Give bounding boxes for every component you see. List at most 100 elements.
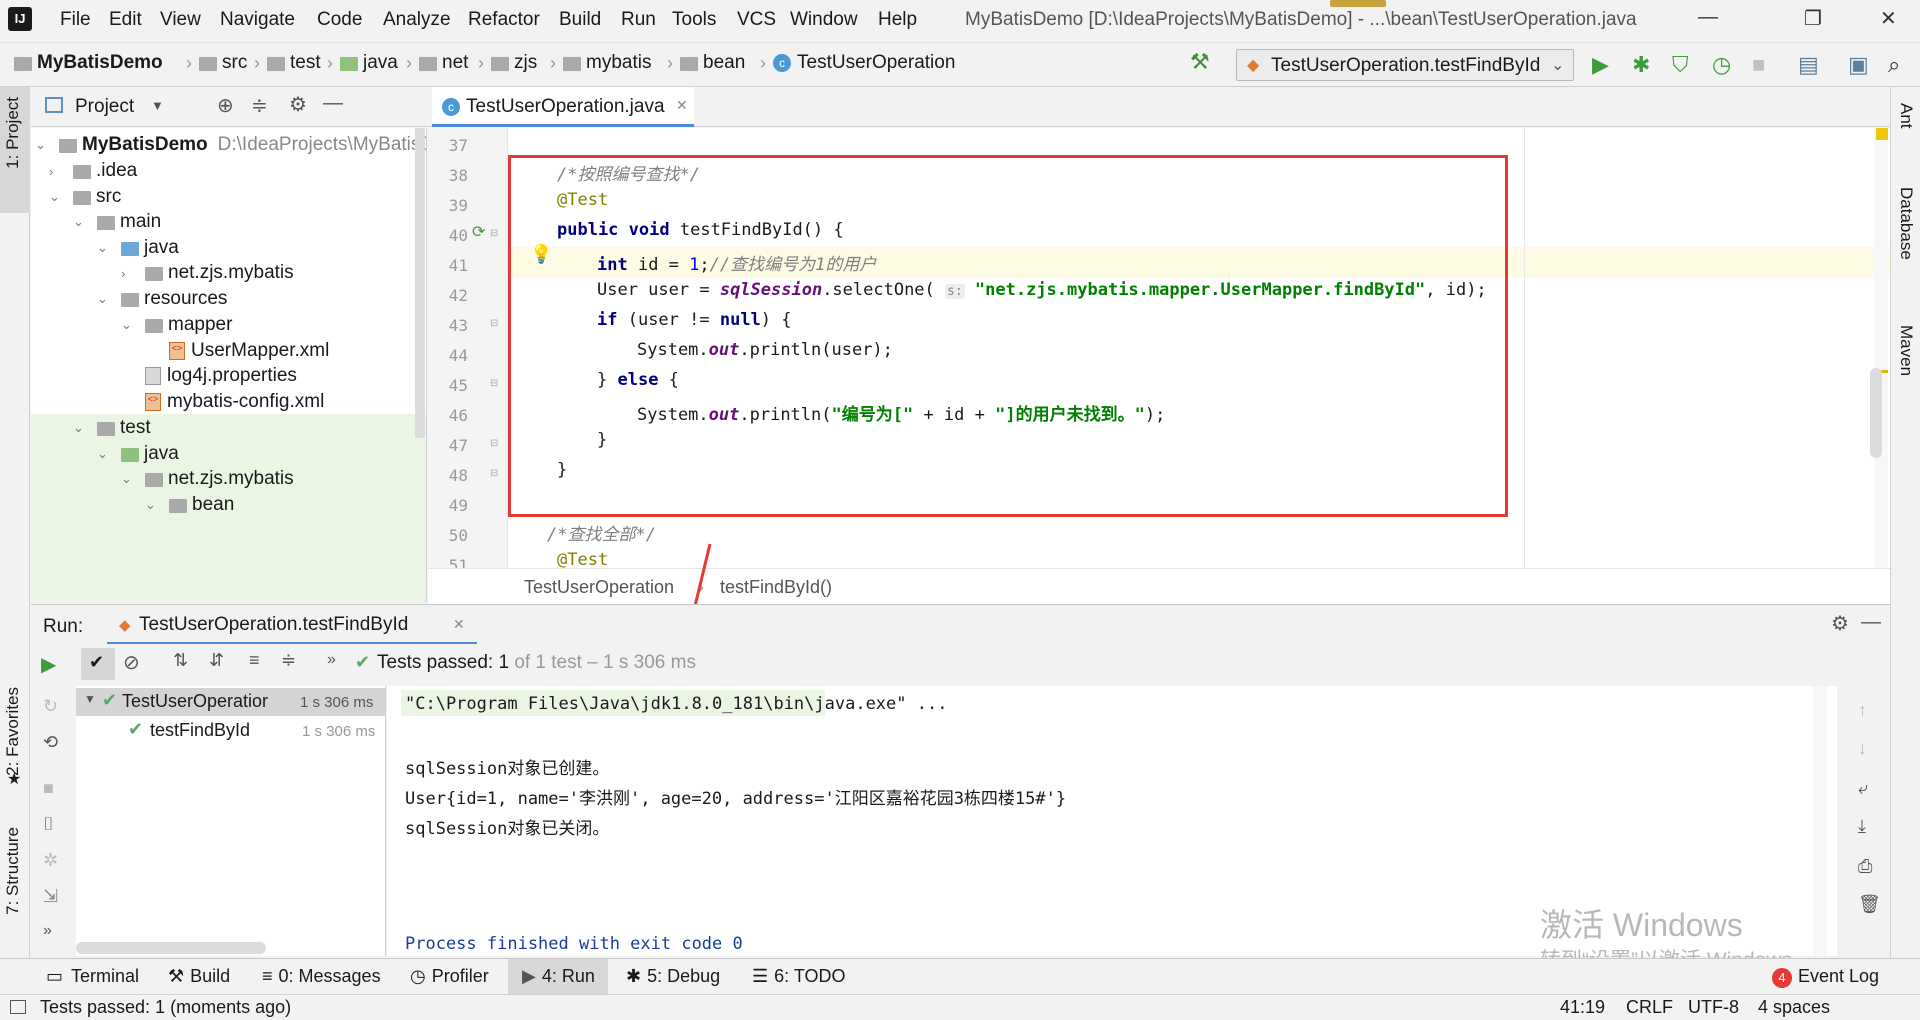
menu-vcs[interactable]: VCS [737, 9, 776, 31]
editor-breadcrumb-method[interactable]: testFindById() [720, 577, 832, 598]
soft-wrap-icon[interactable]: ⤶ [1858, 778, 1868, 799]
file-encoding[interactable]: UTF-8 [1688, 997, 1739, 1018]
fold-icon[interactable]: ⊟ [490, 438, 498, 449]
tool-tab-database[interactable]: Database [1896, 187, 1916, 260]
editor-scrollbar-thumb[interactable] [1870, 368, 1882, 458]
tab-profiler[interactable]: ◷ Profiler [410, 966, 489, 987]
more-icon[interactable]: » [327, 651, 336, 669]
chevron-down-icon[interactable]: ▼ [151, 98, 164, 113]
tree-node-main-java[interactable]: ⌄ java [97, 237, 179, 259]
tree-scrollbar[interactable] [76, 942, 266, 954]
tree-node-bean[interactable]: ⌄ bean [145, 494, 234, 516]
tree-node-idea[interactable]: › .idea [49, 160, 137, 182]
tree-node-main-package[interactable]: › net.zjs.mybatis [121, 262, 294, 284]
debug-icon[interactable]: ✱ [1632, 52, 1650, 78]
menu-view[interactable]: View [160, 9, 201, 31]
terminal-layout-icon[interactable]: ▣ [1848, 52, 1869, 78]
tool-tab-ant[interactable]: Ant [1896, 103, 1916, 129]
settings-icon[interactable]: ✲ [43, 850, 58, 871]
breadcrumb-bean[interactable]: bean [680, 52, 745, 74]
close-icon[interactable]: ✕ [1880, 6, 1897, 31]
tab-build[interactable]: ⚒ Build [168, 966, 230, 987]
up-arrow-icon[interactable]: ↑ [1858, 700, 1867, 721]
stop-icon[interactable]: ■ [1752, 52, 1765, 78]
project-panel-title[interactable]: Project [75, 96, 134, 118]
restore-icon[interactable]: ❐ [1804, 6, 1822, 31]
tree-node-project-root[interactable]: ⌄MyBatisDemoD:\IdeaProjects\MyBatisDem [35, 134, 426, 156]
gear-icon[interactable]: ⚙ [289, 92, 307, 117]
breadcrumb-src[interactable]: src [199, 52, 247, 74]
run-configuration-select[interactable]: ◆ TestUserOperation.testFindById ⌄ [1236, 49, 1574, 81]
toggle-auto-test-icon[interactable]: ⟲ [43, 732, 58, 753]
tree-node-test-package[interactable]: ⌄ net.zjs.mybatis [121, 468, 294, 490]
close-tab-icon[interactable]: ✕ [453, 616, 465, 633]
editor-tab-active[interactable]: c TestUserOperation.java ✕ [432, 87, 694, 127]
breadcrumb-net[interactable]: net [419, 52, 468, 74]
tab-todo[interactable]: ☰ 6: TODO [752, 966, 846, 987]
menu-navigate[interactable]: Navigate [220, 9, 295, 31]
coverage-icon[interactable]: ⛉ [1672, 52, 1689, 78]
breadcrumb-project[interactable]: MyBatisDemo [14, 52, 163, 74]
editor-scroll-track[interactable] [1874, 128, 1888, 568]
tool-tab-favorites[interactable]: 2: Favorites [3, 687, 23, 776]
fold-icon[interactable]: ⊟ [490, 378, 498, 389]
chevron-down-icon[interactable]: ▼ [84, 692, 96, 706]
locate-icon[interactable]: ⊕ [217, 93, 234, 118]
line-separator[interactable]: CRLF [1626, 997, 1673, 1018]
close-tab-icon[interactable]: ✕ [676, 97, 688, 114]
tab-debug[interactable]: ✱ 5: Debug [626, 966, 720, 987]
stop-icon[interactable]: ■ [43, 778, 54, 799]
tree-scrollbar[interactable] [415, 128, 425, 438]
tree-node-test[interactable]: ⌄ test [73, 417, 151, 439]
show-passed-toggle[interactable]: ✔ [81, 648, 115, 680]
hide-panel-icon[interactable]: — [323, 92, 343, 115]
show-ignored-icon[interactable]: ⊘ [123, 650, 140, 675]
collapse-all-icon[interactable]: ≑ [251, 93, 268, 118]
toggle-tool-windows-icon[interactable] [10, 1000, 26, 1014]
test-case-name[interactable]: testFindById [150, 720, 250, 741]
menu-edit[interactable]: Edit [109, 9, 142, 31]
hide-panel-icon[interactable]: — [1861, 611, 1881, 634]
menu-tools[interactable]: Tools [672, 9, 716, 31]
menu-run[interactable]: Run [621, 9, 656, 31]
menu-file[interactable]: File [60, 9, 91, 31]
camera-icon[interactable]: ⌷ [43, 814, 54, 835]
breadcrumb-test[interactable]: test [267, 52, 321, 74]
breadcrumb-java[interactable]: java [340, 52, 398, 74]
tree-node-test-java[interactable]: ⌄ java [97, 443, 179, 465]
sort-duration-icon[interactable]: ⇵ [209, 650, 224, 671]
tree-node-resources[interactable]: ⌄ resources [97, 288, 227, 310]
tree-node-usermapper-xml[interactable]: <> UserMapper.xml [169, 340, 329, 362]
expand-all-icon[interactable]: ≡ [249, 650, 260, 671]
tab-messages[interactable]: ≡ 0: Messages [262, 966, 381, 987]
rerun-icon[interactable]: ▶ [41, 652, 56, 677]
fold-icon[interactable]: ⊟ [490, 228, 498, 239]
tree-node-mybatis-config[interactable]: <> mybatis-config.xml [145, 391, 324, 413]
tool-tab-project[interactable]: 1: Project [3, 97, 23, 169]
down-arrow-icon[interactable]: ↓ [1858, 738, 1867, 759]
menu-analyze[interactable]: Analyze [383, 9, 451, 31]
breadcrumb-mybatis[interactable]: mybatis [563, 52, 651, 74]
build-hammer-icon[interactable]: ⚒ [1190, 49, 1210, 75]
console-scroll-track[interactable] [1813, 686, 1827, 956]
fold-icon[interactable]: ⊟ [490, 318, 498, 329]
tool-tab-maven[interactable]: Maven [1896, 325, 1916, 376]
tree-node-main[interactable]: ⌄ main [73, 211, 161, 233]
project-structure-icon[interactable]: ▤ [1798, 52, 1819, 78]
print-icon[interactable]: ⎙ [1858, 856, 1872, 877]
tool-tab-structure[interactable]: 7: Structure [3, 827, 23, 915]
event-log-button[interactable]: 4 Event Log [1772, 966, 1879, 988]
rerun-failed-icon[interactable]: ↻ [43, 696, 58, 717]
search-icon[interactable]: ⌕ [1888, 52, 1900, 78]
caret-position[interactable]: 41:19 [1560, 997, 1605, 1018]
run-test-gutter-icon[interactable]: ⟳ [472, 222, 485, 242]
export-icon[interactable]: ⇲ [43, 886, 58, 907]
menu-code[interactable]: Code [317, 9, 362, 31]
tree-node-src[interactable]: ⌄ src [49, 186, 121, 208]
run-icon[interactable]: ▶ [1592, 52, 1609, 78]
more-icon[interactable]: » [43, 922, 52, 940]
tree-node-log4j[interactable]: log4j.properties [145, 365, 297, 387]
menu-build[interactable]: Build [559, 9, 601, 31]
minimize-icon[interactable]: — [1698, 6, 1718, 29]
indent-setting[interactable]: 4 spaces [1758, 997, 1830, 1018]
